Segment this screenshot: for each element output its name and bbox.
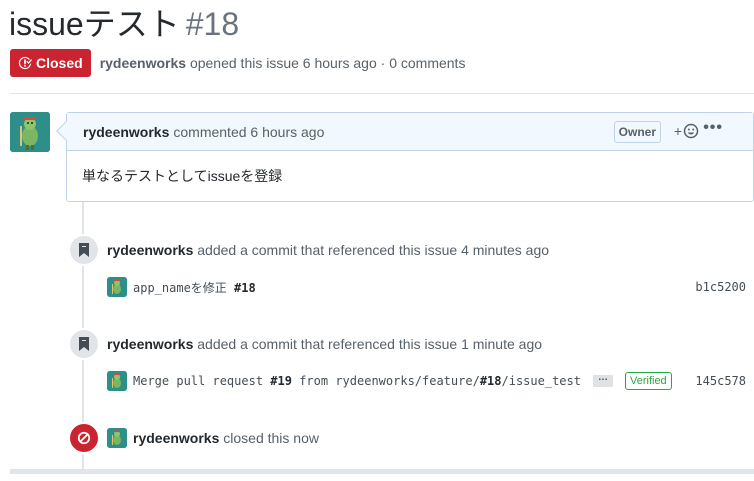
comment-header: rydeenworks commented 6 hours ago Owner … [56,113,753,151]
comment-timestamp[interactable]: commented 6 hours ago [173,124,324,140]
issue-author-link[interactable]: rydeenworks [100,55,186,71]
avatar-image [10,112,50,152]
commit-message[interactable]: app_nameを修正 #18 [133,279,256,296]
event-description: added a commit that referenced this issu… [197,336,543,352]
add-reaction-button[interactable]: + [674,123,699,139]
owner-badge: Owner [613,121,661,143]
commit-message-pre: Merge pull request [133,374,271,388]
closed-event-text: rydeenworks closed this now [133,430,319,446]
smiley-icon [683,123,699,139]
meta-text: rydeenworks opened this issue 6 hours ag… [100,55,466,71]
comment-body: 単なるテストとしてissueを登録 [82,168,283,184]
closed-avatar[interactable] [107,428,127,448]
avatar-image [107,428,127,448]
commit-avatar[interactable] [107,277,127,297]
event-author-link[interactable]: rydeenworks [107,336,193,352]
event-badge [68,234,100,266]
commit-issue-ref[interactable]: #18 [480,374,502,388]
commit-event: rydeenworks added a commit that referenc… [68,328,542,360]
reaction-plus: + [673,123,682,139]
closed-author-link[interactable]: rydeenworks [133,430,219,446]
circle-slash-icon [77,431,91,445]
issue-meta: Closed rydeenworks opened this issue 6 h… [10,49,465,77]
event-description: added a commit that referenced this issu… [197,242,550,258]
verified-badge[interactable]: Verified [624,372,672,390]
commit-message-post: /issue_test [501,374,581,388]
closed-event-badge [68,422,100,454]
comment-author-link[interactable]: rydeenworks [83,124,169,140]
comment-box: rydeenworks commented 6 hours ago Owner … [56,112,754,202]
commit-pr-ref[interactable]: #19 [270,374,292,388]
event-text: rydeenworks added a commit that referenc… [107,242,549,258]
bookmark-icon [79,337,89,351]
commit-issue-ref[interactable]: #18 [234,281,256,295]
issue-closed-icon [18,56,32,70]
issue-title: issueテスト #18 [9,4,239,44]
avatar-image [107,277,127,297]
more-options-button[interactable]: ••• [703,119,723,137]
issue-title-text: issueテスト [9,6,180,42]
commit-row: Merge pull request #19 from rydeenworks/… [107,371,746,391]
header-divider [10,93,754,94]
commit-message[interactable]: Merge pull request #19 from rydeenworks/… [133,374,581,388]
avatar[interactable] [10,112,50,152]
commit-sha[interactable]: 145c578 [695,374,746,388]
meta-description: opened this issue 6 hours ago · 0 commen… [189,55,466,71]
event-author-link[interactable]: rydeenworks [107,242,193,258]
bookmark-icon [79,243,89,257]
commit-avatar[interactable] [107,371,127,391]
expand-commit-button[interactable]: … [592,373,613,387]
avatar-image [107,371,127,391]
closed-description: closed this now [223,430,319,446]
comment-pointer [56,121,76,141]
commit-sha[interactable]: b1c5200 [695,280,746,294]
commit-row: app_nameを修正 #18 b1c5200 [107,277,746,297]
commit-message-text: app_nameを修正 [133,280,235,295]
event-text: rydeenworks added a commit that referenc… [107,336,542,352]
state-badge: Closed [10,49,91,77]
state-label: Closed [36,55,83,71]
commit-event: rydeenworks added a commit that referenc… [68,234,549,266]
closed-event: rydeenworks closed this now [68,422,319,454]
issue-number: #18 [185,6,240,42]
commit-message-mid: from rydeenworks/feature/ [291,374,480,388]
timeline-bottom-divider [10,469,754,474]
event-badge [68,328,100,360]
